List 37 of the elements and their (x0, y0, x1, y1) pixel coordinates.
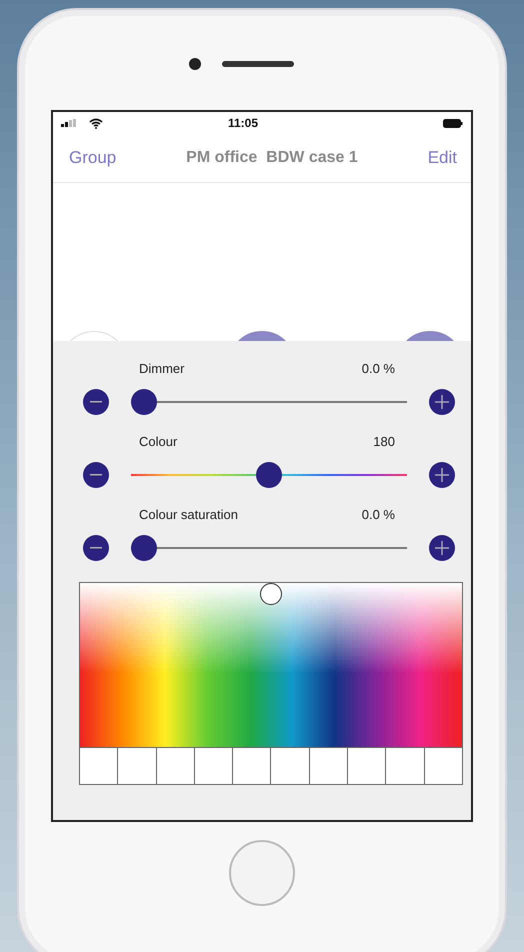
color-picker[interactable] (79, 582, 463, 785)
slider-thumb[interactable] (131, 389, 157, 415)
slider-label: Colour (139, 434, 178, 449)
plus-icon (435, 468, 449, 482)
minus-button[interactable] (83, 462, 109, 488)
slider[interactable] (131, 535, 407, 561)
minus-icon (90, 547, 102, 549)
back-link[interactable]: Group (69, 148, 116, 168)
slider-thumb[interactable] (256, 462, 282, 488)
slider[interactable] (131, 462, 407, 488)
minus-icon (90, 401, 102, 403)
slider-thumb[interactable] (131, 535, 157, 561)
swatch-row[interactable] (80, 747, 462, 784)
minus-button[interactable] (83, 535, 109, 561)
speaker-icon (222, 61, 294, 67)
slider-reading: 180 (373, 434, 395, 449)
slider-reading: 0.0 % (362, 507, 395, 522)
plus-button[interactable] (429, 462, 455, 488)
color-spectrum[interactable] (80, 583, 462, 747)
signal-icon (61, 119, 77, 127)
slider-reading: 0.0 % (362, 361, 395, 376)
plus-icon (435, 395, 449, 409)
slider[interactable] (131, 389, 407, 415)
plus-button[interactable] (429, 535, 455, 561)
screen-title: PM office BDW case 1 (186, 149, 358, 167)
wifi-icon (89, 118, 103, 128)
edit-link[interactable]: Edit (428, 148, 457, 168)
slider-label: Dimmer (139, 361, 184, 376)
picker-handle[interactable] (260, 583, 282, 605)
status-time: 11:05 (226, 116, 260, 130)
plus-button[interactable] (429, 389, 455, 415)
plus-icon (435, 541, 449, 555)
battery-icon (443, 118, 463, 128)
camera-icon (189, 58, 201, 70)
slider-label: Colour saturation (139, 507, 238, 522)
minus-icon (90, 474, 102, 476)
minus-button[interactable] (83, 389, 109, 415)
